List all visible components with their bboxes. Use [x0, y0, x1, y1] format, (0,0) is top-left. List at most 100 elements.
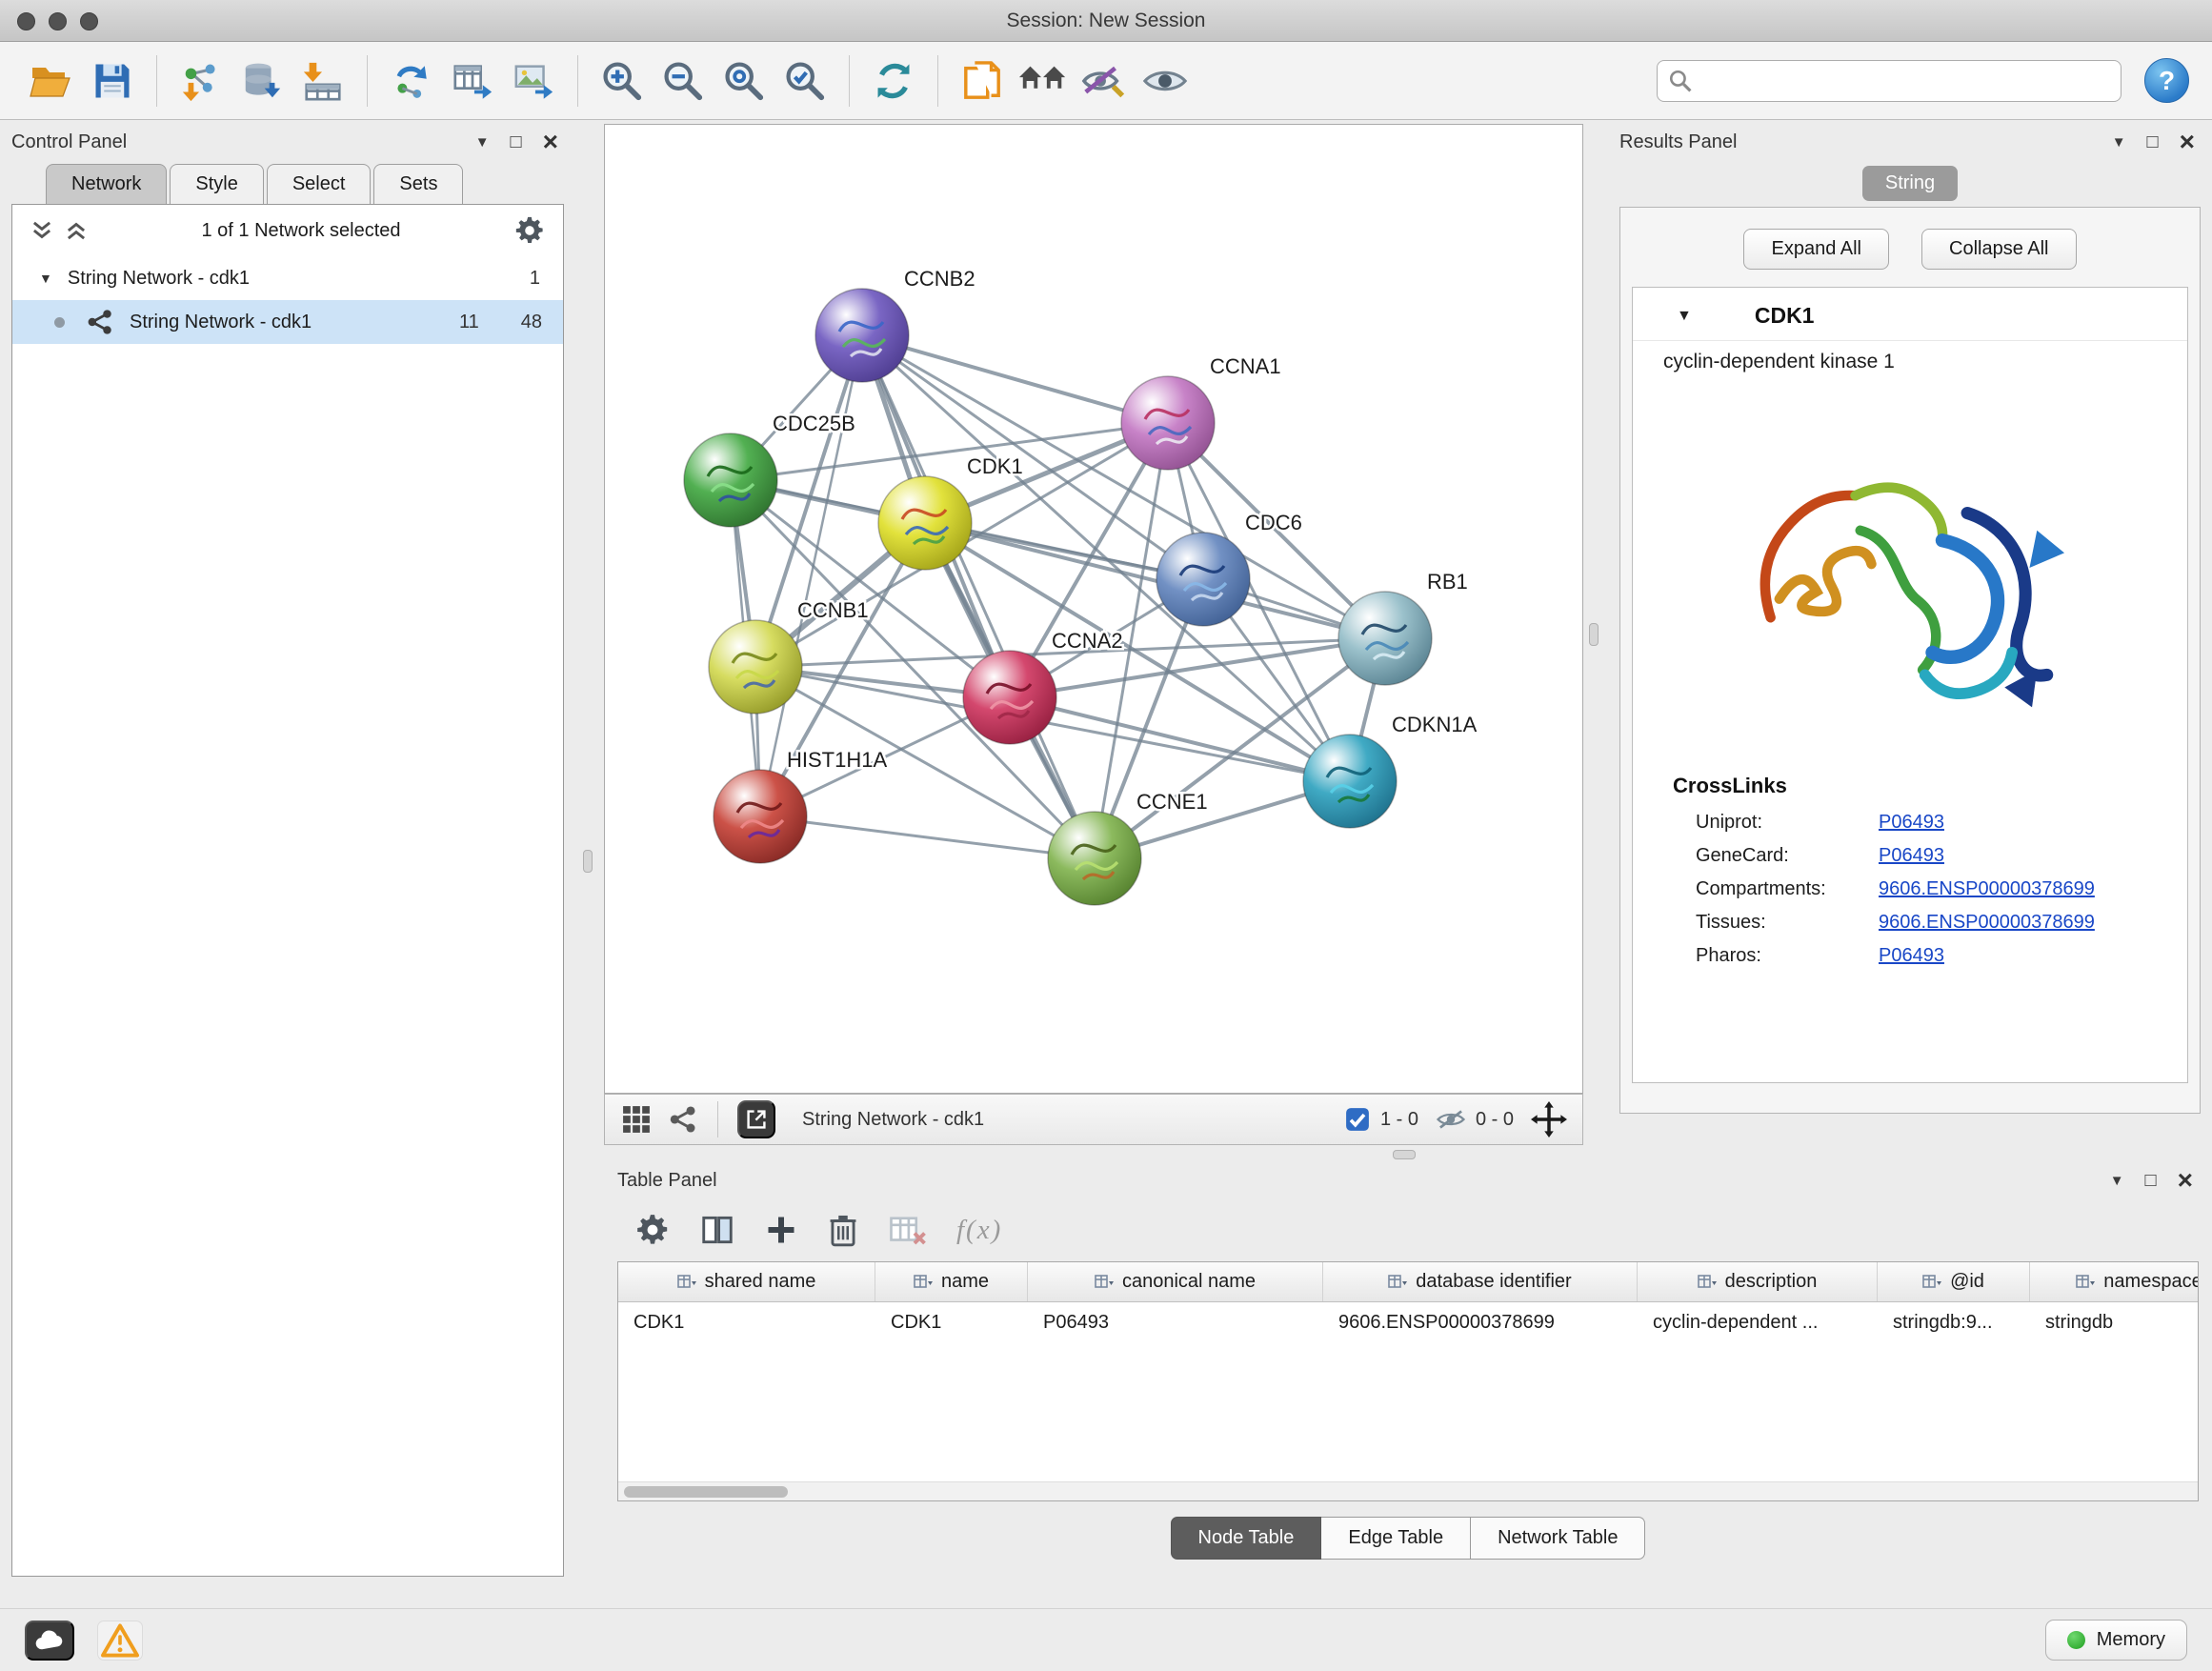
hidden-eye-icon[interactable]: [1436, 1107, 1466, 1132]
bottom-splitter-handle[interactable]: [1393, 1150, 1416, 1159]
tab-node-table[interactable]: Node Table: [1171, 1517, 1322, 1560]
edge-CDK1-RB1[interactable]: [925, 523, 1385, 638]
copy-document-button[interactable]: [954, 52, 1011, 110]
node-CDKN1A[interactable]: CDKN1A: [1303, 713, 1478, 828]
tree-expander-icon[interactable]: ▼: [39, 271, 52, 286]
expand-all-icon[interactable]: [64, 218, 89, 243]
cell-database-identifier[interactable]: 9606.ENSP00000378699: [1323, 1302, 1638, 1342]
tab-string[interactable]: String: [1862, 166, 1958, 201]
crosslink-link[interactable]: P06493: [1879, 845, 1944, 867]
panel-menu-icon[interactable]: ▼: [2112, 134, 2126, 151]
cell-canonical-name[interactable]: P06493: [1028, 1302, 1323, 1342]
network-canvas[interactable]: CCNB2CCNA1CDC25BCDK1CDC6RB1CCNB1CCNA2CDK…: [605, 125, 1582, 1093]
cloud-button[interactable]: [25, 1621, 74, 1661]
minimize-window-button[interactable]: [49, 12, 67, 30]
export-image-button[interactable]: [505, 52, 562, 110]
cell--id[interactable]: stringdb:9...: [1878, 1302, 2030, 1342]
panel-close-icon[interactable]: ×: [2178, 1170, 2193, 1191]
panel-float-icon[interactable]: □: [511, 131, 522, 153]
node-CCNB1[interactable]: CCNB1: [709, 598, 869, 714]
network-options-gear-icon[interactable]: [513, 214, 546, 247]
network-overview-icon[interactable]: [668, 1104, 698, 1135]
right-splitter-handle[interactable]: [1589, 623, 1599, 646]
import-network-database-button[interactable]: [233, 52, 291, 110]
memory-button[interactable]: Memory: [2045, 1620, 2187, 1661]
open-session-button[interactable]: [23, 52, 80, 110]
expand-all-button[interactable]: Expand All: [1743, 229, 1889, 270]
import-table-file-button[interactable]: [294, 52, 352, 110]
collapse-all-button[interactable]: Collapse All: [1921, 229, 2077, 270]
cell-description[interactable]: cyclin-dependent ...: [1638, 1302, 1878, 1342]
search-input[interactable]: [1657, 60, 2122, 102]
node-CDC6[interactable]: CDC6: [1156, 511, 1302, 626]
delete-table-button[interactable]: [888, 1212, 928, 1248]
cell-name[interactable]: CDK1: [875, 1302, 1028, 1342]
crosslink-link[interactable]: P06493: [1879, 812, 1944, 834]
column-header-shared-name[interactable]: shared name: [618, 1262, 875, 1301]
toggle-visibility-button[interactable]: [1136, 52, 1194, 110]
zoom-window-button[interactable]: [80, 12, 98, 30]
node-RB1[interactable]: RB1: [1338, 570, 1468, 685]
cell-shared-name[interactable]: CDK1: [618, 1302, 875, 1342]
add-column-button[interactable]: [699, 1212, 735, 1248]
home-button[interactable]: [1015, 52, 1072, 110]
tab-select[interactable]: Select: [267, 164, 372, 204]
save-session-button[interactable]: [84, 52, 141, 110]
panel-close-icon[interactable]: ×: [543, 131, 558, 152]
annotation-mode-button[interactable]: [1076, 52, 1133, 110]
horizontal-scrollbar[interactable]: [618, 1481, 2198, 1500]
grid-view-icon[interactable]: [620, 1103, 653, 1136]
import-network-file-button[interactable]: [172, 52, 230, 110]
column-header-name[interactable]: name: [875, 1262, 1028, 1301]
scrollbar-thumb[interactable]: [624, 1486, 788, 1498]
apply-layout-button[interactable]: [865, 52, 922, 110]
crosslink-link[interactable]: P06493: [1879, 945, 1944, 967]
export-table-button[interactable]: [444, 52, 501, 110]
pan-tool-icon[interactable]: [1531, 1101, 1567, 1137]
left-splitter-handle[interactable]: [583, 850, 593, 873]
close-window-button[interactable]: [17, 12, 35, 30]
network-row[interactable]: String Network - cdk1 11 48: [12, 300, 563, 344]
warnings-button[interactable]: [97, 1621, 143, 1661]
table-row[interactable]: CDK1CDK1P064939606.ENSP00000378699cyclin…: [618, 1302, 2198, 1342]
export-network-button[interactable]: [383, 52, 440, 110]
panel-float-icon[interactable]: □: [2147, 131, 2159, 153]
gene-expander-icon[interactable]: ▼: [1677, 308, 1692, 325]
panel-menu-icon[interactable]: ▼: [475, 134, 490, 151]
zoom-in-button[interactable]: [593, 52, 651, 110]
node-CCNB2[interactable]: CCNB2: [815, 267, 975, 382]
column-header--id[interactable]: @id: [1878, 1262, 2030, 1301]
tab-style[interactable]: Style: [170, 164, 263, 204]
tab-sets[interactable]: Sets: [373, 164, 463, 204]
zoom-selected-button[interactable]: [776, 52, 834, 110]
selected-checkbox-icon[interactable]: [1344, 1106, 1371, 1133]
tab-network-table[interactable]: Network Table: [1471, 1517, 1645, 1560]
add-row-button[interactable]: [764, 1213, 798, 1247]
column-header-canonical-name[interactable]: canonical name: [1028, 1262, 1323, 1301]
node-HIST1H1A[interactable]: HIST1H1A: [714, 748, 887, 863]
node-CDK1[interactable]: CDK1: [878, 454, 1023, 570]
column-header-description[interactable]: description: [1638, 1262, 1878, 1301]
delete-column-button[interactable]: [827, 1212, 859, 1248]
table-settings-button[interactable]: [634, 1212, 671, 1248]
tab-network[interactable]: Network: [46, 164, 167, 204]
node-CCNA1[interactable]: CCNA1: [1121, 354, 1281, 470]
column-header-namespace[interactable]: namespace: [2030, 1262, 2199, 1301]
column-header-database-identifier[interactable]: database identifier: [1323, 1262, 1638, 1301]
edge-CCNB2-HIST1H1A[interactable]: [760, 335, 862, 816]
function-builder-button[interactable]: f(x): [956, 1215, 1002, 1246]
zoom-out-button[interactable]: [654, 52, 712, 110]
detach-view-button[interactable]: [737, 1100, 775, 1138]
zoom-fit-button[interactable]: [715, 52, 773, 110]
cell-namespace[interactable]: stringdb: [2030, 1302, 2199, 1342]
edge-CCNB2-CCNE1[interactable]: [862, 335, 1095, 858]
panel-float-icon[interactable]: □: [2145, 1170, 2157, 1192]
collapse-all-icon[interactable]: [30, 218, 54, 243]
crosslink-link[interactable]: 9606.ENSP00000378699: [1879, 912, 2095, 934]
panel-menu-icon[interactable]: ▼: [2110, 1173, 2124, 1189]
network-collection-row[interactable]: ▼ String Network - cdk1 1: [12, 256, 563, 300]
help-button[interactable]: ?: [2144, 58, 2189, 103]
tab-edge-table[interactable]: Edge Table: [1321, 1517, 1471, 1560]
edge-HIST1H1A-CCNE1[interactable]: [760, 816, 1095, 858]
crosslink-link[interactable]: 9606.ENSP00000378699: [1879, 878, 2095, 900]
